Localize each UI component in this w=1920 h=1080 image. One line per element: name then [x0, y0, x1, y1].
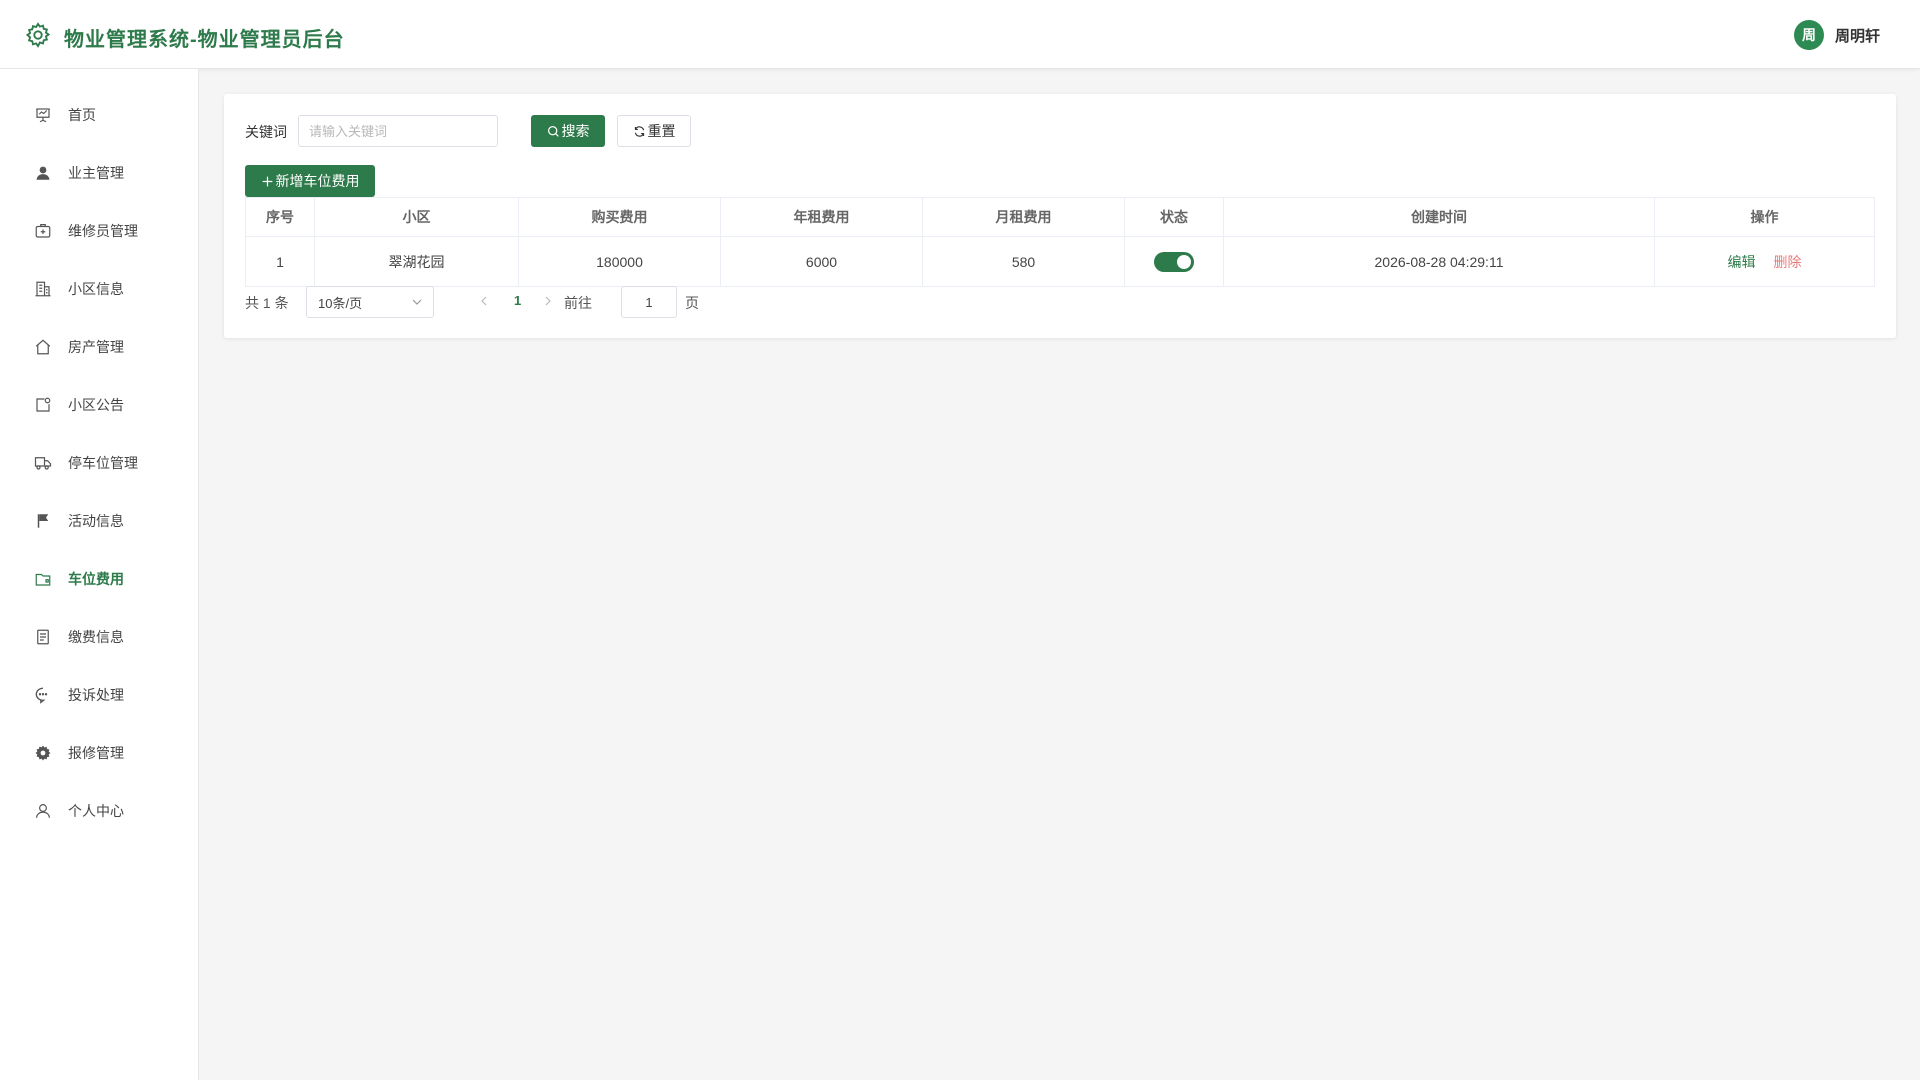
app-title: 物业管理系统-物业管理员后台: [64, 29, 345, 51]
cell-status: [1125, 237, 1224, 286]
building-icon: [34, 280, 52, 298]
house-icon: [34, 338, 52, 356]
first-aid-kit-icon: [34, 222, 52, 240]
reset-button[interactable]: 重置: [617, 115, 691, 147]
chat-bubble-icon: [34, 686, 52, 704]
column-header: 操作: [1655, 198, 1874, 237]
sidebar-item-home[interactable]: 首页: [0, 93, 198, 137]
sidebar-item-repairs[interactable]: 报修管理: [0, 731, 198, 775]
sidebar-item-label: 停车位管理: [68, 455, 138, 471]
sidebar-item-label: 小区公告: [68, 397, 124, 413]
table-header-row: 序号 小区 购买费用 年租费用 月租费用 状态 创建时间 操作: [246, 198, 1874, 237]
sidebar-item-label: 首页: [68, 107, 96, 123]
brand: 物业管理系统-物业管理员后台: [24, 21, 345, 54]
flag-icon: [34, 512, 52, 530]
top-header: 物业管理系统-物业管理员后台 周 周明轩: [0, 0, 1920, 69]
user-icon: [34, 164, 52, 182]
add-parking-fee-button[interactable]: 新增车位费用: [245, 165, 375, 197]
sidebar-item-parking[interactable]: 停车位管理: [0, 441, 198, 485]
cell-purchase-fee: 180000: [519, 237, 721, 286]
sidebar-item-label: 活动信息: [68, 513, 124, 529]
sidebar-item-label: 报修管理: [68, 745, 124, 761]
document-icon: [34, 628, 52, 646]
sidebar-item-label: 车位费用: [68, 571, 124, 587]
page-size-value: 10条/页: [318, 295, 363, 311]
column-header: 月租费用: [923, 198, 1125, 237]
keyword-label: 关键词: [245, 124, 287, 140]
parking-fee-table: 序号 小区 购买费用 年租费用 月租费用 状态 创建时间 操作 1 翠湖花园 1…: [245, 197, 1875, 287]
chevron-right-icon[interactable]: [542, 294, 554, 308]
wallet-icon: [34, 570, 52, 588]
add-button-label: 新增车位费用: [275, 173, 360, 189]
column-header: 年租费用: [721, 198, 923, 237]
reset-button-label: 重置: [647, 123, 676, 139]
sidebar-item-label: 房产管理: [68, 339, 124, 355]
edit-link[interactable]: 编辑: [1728, 252, 1756, 272]
user-menu[interactable]: 周 周明轩: [1793, 20, 1880, 50]
cell-monthly-rent: 580: [923, 237, 1125, 286]
notice-icon: [34, 396, 52, 414]
search-icon: [547, 125, 559, 137]
page-label: 页: [685, 295, 699, 311]
column-header: 小区: [315, 198, 519, 237]
plus-icon: [262, 176, 272, 186]
page-size-select[interactable]: 10条/页: [306, 286, 434, 318]
cell-created-at: 2026-08-28 04:29:11: [1224, 237, 1655, 286]
sidebar-item-label: 个人中心: [68, 803, 124, 819]
presentation-icon: [34, 106, 52, 124]
sidebar-item-payments[interactable]: 缴费信息: [0, 615, 198, 659]
truck-icon: [34, 454, 52, 472]
gear-icon: [24, 21, 52, 54]
gear-icon: [34, 744, 52, 762]
chevron-left-icon[interactable]: [478, 294, 490, 308]
goto-page-input[interactable]: [621, 286, 677, 318]
sidebar-item-property[interactable]: 房产管理: [0, 325, 198, 369]
status-toggle[interactable]: [1154, 251, 1194, 272]
delete-link[interactable]: 删除: [1774, 252, 1802, 272]
toggle-knob: [1177, 254, 1191, 269]
sidebar-item-label: 小区信息: [68, 281, 124, 297]
sidebar-item-activities[interactable]: 活动信息: [0, 499, 198, 543]
sidebar-item-label: 缴费信息: [68, 629, 124, 645]
sidebar-item-label: 投诉处理: [68, 687, 124, 703]
column-header: 购买费用: [519, 198, 721, 237]
sidebar-item-owners[interactable]: 业主管理: [0, 151, 198, 195]
sidebar-item-label: 业主管理: [68, 165, 124, 181]
search-button-label: 搜索: [561, 123, 590, 139]
column-header: 序号: [246, 198, 315, 237]
goto-label: 前往: [564, 295, 592, 311]
sidebar-item-community-info[interactable]: 小区信息: [0, 267, 198, 311]
sidebar-item-label: 维修员管理: [68, 223, 138, 239]
page-number[interactable]: 1: [514, 293, 521, 308]
refresh-icon: [634, 125, 644, 137]
user-name[interactable]: 周明轩: [1835, 25, 1880, 46]
total-count: 共 1 条: [245, 295, 289, 311]
table-row: 1 翠湖花园 180000 6000 580 2026-08-28 04:29:…: [246, 237, 1874, 286]
cell-community: 翠湖花园: [315, 237, 519, 286]
sidebar-item-parking-fees[interactable]: 车位费用: [0, 557, 198, 601]
pagination: 共 1 条 10条/页 1 前往 页: [245, 286, 845, 318]
user-outline-icon: [34, 802, 52, 820]
column-header: 状态: [1125, 198, 1224, 237]
column-header: 创建时间: [1224, 198, 1655, 237]
sidebar-item-profile[interactable]: 个人中心: [0, 789, 198, 833]
keyword-input[interactable]: [298, 115, 498, 147]
search-button[interactable]: 搜索: [531, 115, 605, 147]
sidebar-item-repairmen[interactable]: 维修员管理: [0, 209, 198, 253]
avatar[interactable]: 周: [1793, 20, 1824, 50]
sidebar: 首页 业主管理 维修员管理 小区信息 房产管理 小区公告 停车位管理 活动信息 …: [0, 69, 199, 1080]
chevron-down-icon: [412, 299, 422, 305]
sidebar-item-complaints[interactable]: 投诉处理: [0, 673, 198, 717]
cell-actions: 编辑 删除: [1655, 237, 1874, 286]
cell-index: 1: [246, 237, 315, 286]
cell-annual-rent: 6000: [721, 237, 923, 286]
content-card: 关键词 搜索 重置 新增车位费用 序号 小区 购买费用 年租费用 月租费用 状态…: [224, 94, 1896, 338]
sidebar-item-notices[interactable]: 小区公告: [0, 383, 198, 427]
